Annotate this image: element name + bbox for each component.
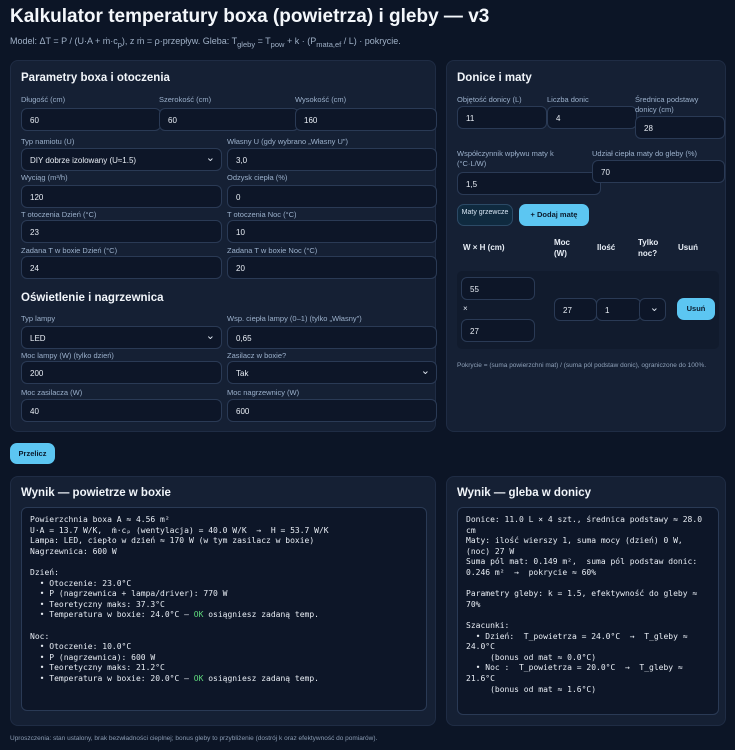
psu-in-box-label: Zasilacz w boxie?	[227, 351, 287, 360]
mat-coef-label: Współczynnik wpływu maty k (°C·L/W)	[457, 149, 554, 168]
recalculate-button[interactable]: Przelicz	[10, 443, 55, 464]
psu-in-box-select[interactable]: Tak	[227, 361, 437, 384]
col-wh-header: W × H (cm)	[463, 243, 505, 252]
remove-mat-button[interactable]: Usuń	[677, 298, 715, 320]
mat-times-sign: ×	[463, 304, 468, 313]
soil-result-card: Wynik — gleba w donicy Donice: 11.0 L × …	[446, 476, 726, 726]
own-u-input[interactable]: 3,0	[227, 148, 437, 171]
own-u-label: Własny U (gdy wybrano „Własny U")	[227, 137, 349, 146]
heating-mats-tab[interactable]: Maty grzewcze	[457, 204, 513, 226]
length-label: Długość (cm)	[21, 95, 66, 104]
lamp-power-label: Moc lampy (W) (tylko dzień)	[21, 351, 114, 360]
air-result-output: Powierzchnia boxa A ≈ 4.56 m² U·A = 13.7…	[21, 507, 427, 711]
col-qty-header: Ilość	[597, 243, 616, 252]
pot-diameter-input[interactable]: 28	[635, 116, 725, 139]
mat-share-input[interactable]: 70	[592, 160, 725, 183]
heater-power-input[interactable]: 600	[227, 399, 437, 422]
height-input[interactable]: 160	[295, 108, 437, 131]
set-day-label: Zadana T w boxie Dzień (°C)	[21, 246, 118, 255]
lamp-coef-input[interactable]: 0,65	[227, 326, 437, 349]
width-label: Szerokość (cm)	[159, 95, 212, 104]
pot-volume-label: Objętość donicy (L)	[457, 95, 522, 104]
pot-count-input[interactable]: 4	[547, 106, 637, 129]
exhaust-input[interactable]: 120	[21, 185, 222, 208]
recovery-label: Odzysk ciepła (%)	[227, 173, 288, 182]
psu-power-input[interactable]: 40	[21, 399, 222, 422]
air-result-heading: Wynik — powietrze w boxie	[21, 487, 171, 499]
width-input[interactable]: 60	[159, 108, 299, 131]
page-title: Kalkulator temperatury boxa (powietrza) …	[10, 6, 490, 27]
lighting-heading: Oświetlenie i nagrzewnica	[21, 292, 164, 304]
tent-type-label: Typ namiotu (U)	[21, 137, 75, 146]
coverage-note: Pokrycie = (suma powierzchni mat) / (sum…	[457, 362, 707, 369]
lamp-type-label: Typ lampy	[21, 314, 56, 323]
pot-diameter-label: Średnica podstawy donicy (cm)	[635, 95, 699, 114]
mat-night-select[interactable]	[639, 298, 666, 321]
box-params-card: Parametry boxa i otoczenia Długość (cm) …	[10, 60, 437, 432]
box-params-heading: Parametry boxa i otoczenia	[21, 72, 170, 84]
exhaust-label: Wyciąg (m³/h)	[21, 173, 68, 182]
set-night-label: Zadana T w boxie Noc (°C)	[227, 246, 318, 255]
temp-night-input[interactable]: 10	[227, 220, 437, 243]
footer-note: Uproszczenia: stan ustalony, brak bezwła…	[10, 735, 378, 742]
pot-volume-input[interactable]: 11	[457, 106, 547, 129]
mat-qty-input[interactable]: 1	[596, 298, 641, 321]
air-result-card: Wynik — powietrze w boxie Powierzchnia b…	[10, 476, 436, 726]
pot-count-label: Liczba donic	[547, 95, 589, 104]
temp-night-label: T otoczenia Noc (°C)	[227, 210, 297, 219]
soil-result-output: Donice: 11.0 L × 4 szt., średnica podsta…	[457, 507, 719, 715]
height-label: Wysokość (cm)	[295, 95, 347, 104]
col-remove-header: Usuń	[678, 243, 698, 252]
heater-power-label: Moc nagrzewnicy (W)	[227, 388, 300, 397]
mat-power-input[interactable]: 27	[554, 298, 597, 321]
recovery-input[interactable]: 0	[227, 185, 437, 208]
lamp-type-select[interactable]: LED	[21, 326, 222, 349]
temp-day-input[interactable]: 23	[21, 220, 222, 243]
col-night-header: Tylko noc?	[638, 238, 659, 258]
soil-result-heading: Wynik — gleba w donicy	[457, 487, 591, 499]
add-mat-button[interactable]: + Dodaj matę	[519, 204, 589, 226]
lamp-power-input[interactable]: 200	[21, 361, 222, 384]
lamp-coef-label: Wsp. ciepła lampy (0–1) (tylko „Własny")	[227, 314, 362, 323]
mat-width-input[interactable]: 55	[461, 277, 535, 300]
mat-coef-input[interactable]: 1,5	[457, 172, 601, 195]
pots-mats-heading: Donice i maty	[457, 72, 532, 84]
model-formula: Model: ΔT = P / (U·A + ṁ·cp), z ṁ = ρ·pr…	[10, 36, 401, 49]
tent-type-select[interactable]: DIY dobrze izolowany (U≈1.5)	[21, 148, 222, 171]
col-power-header: Moc (W)	[554, 238, 570, 258]
psu-power-label: Moc zasilacza (W)	[21, 388, 83, 397]
mat-height-input[interactable]: 27	[461, 319, 535, 342]
set-night-input[interactable]: 20	[227, 256, 437, 279]
mat-share-label: Udział ciepła maty do gleby (%)	[592, 149, 698, 158]
temp-day-label: T otoczenia Dzień (°C)	[21, 210, 97, 219]
length-input[interactable]: 60	[21, 108, 161, 131]
set-day-input[interactable]: 24	[21, 256, 222, 279]
pots-mats-card: Donice i maty Objętość donicy (L) 11 Lic…	[446, 60, 726, 432]
